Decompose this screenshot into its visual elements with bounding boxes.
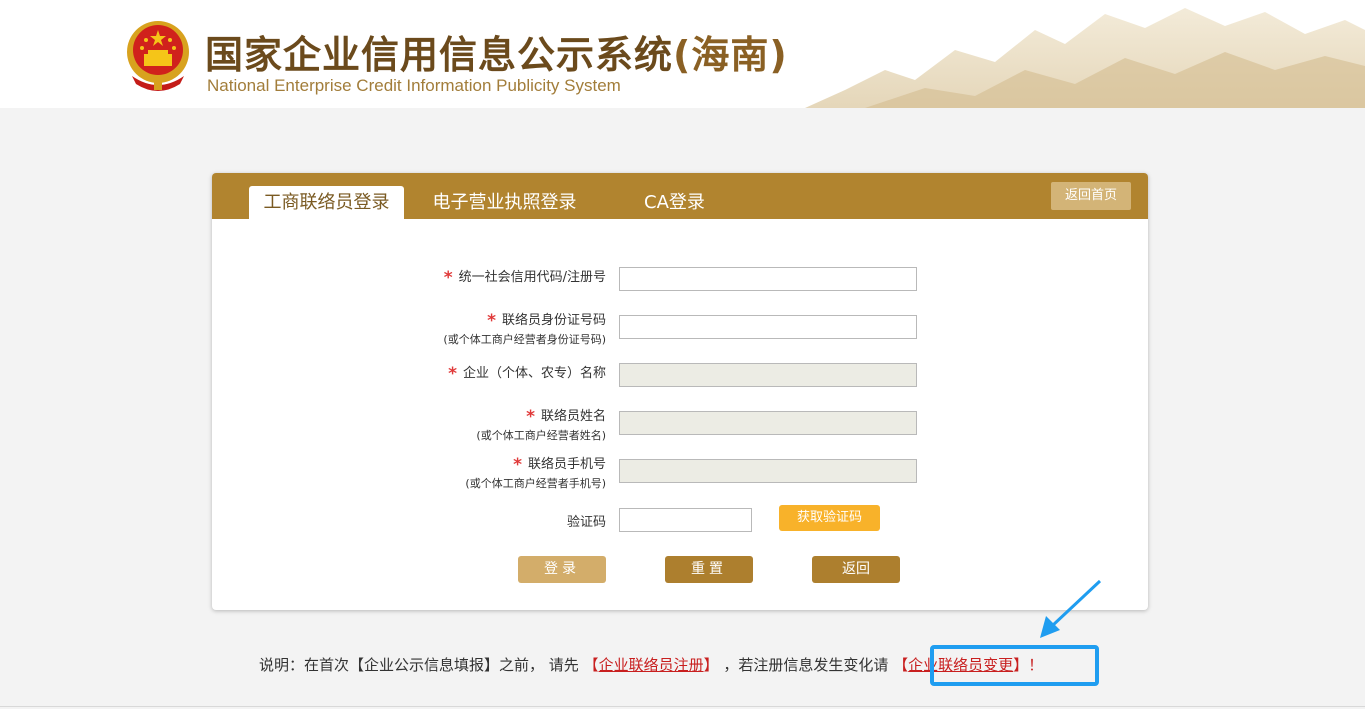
change-link-open: 【 bbox=[893, 656, 909, 674]
reset-button[interactable]: 重置 bbox=[665, 556, 753, 583]
note-prefix: 说明：在首次【企业公示信息填报】之前， 请先 bbox=[259, 656, 584, 674]
verify-code-input[interactable] bbox=[619, 508, 752, 532]
get-verify-code-button[interactable]: 获取验证码 bbox=[779, 505, 880, 531]
contact-name-label: * 联络员姓名 (或个体工商户经营者姓名) bbox=[476, 405, 606, 443]
annotation-highlight-box bbox=[930, 645, 1099, 686]
back-button[interactable]: 返回 bbox=[812, 556, 900, 583]
page-header: 国家企业信用信息公示系统(海南) National Enterprise Cre… bbox=[0, 0, 1365, 108]
required-star-icon: * bbox=[448, 364, 457, 384]
login-tab-bar: 工商联络员登录 电子营业执照登录 CA登录 返回首页 bbox=[212, 173, 1148, 219]
phone-input bbox=[619, 459, 917, 483]
id-number-label-text: 联络员身份证号码 bbox=[501, 313, 606, 328]
id-number-label: * 联络员身份证号码 (或个体工商户经营者身份证号码) bbox=[443, 309, 606, 347]
contact-register-link[interactable]: 企业联络员注册 bbox=[599, 656, 704, 674]
required-star-icon: * bbox=[513, 455, 522, 475]
company-name-input bbox=[619, 363, 917, 387]
tab-contact-login[interactable]: 工商联络员登录 bbox=[249, 186, 404, 219]
site-title-region: (海南) bbox=[673, 33, 788, 77]
id-number-input[interactable] bbox=[619, 315, 917, 339]
register-link-close: 】 bbox=[703, 656, 719, 674]
annotation-arrow-icon bbox=[1040, 579, 1102, 638]
required-star-icon: * bbox=[487, 311, 496, 331]
tab-e-license-login[interactable]: 电子营业执照登录 bbox=[417, 186, 592, 219]
phone-label: * 联络员手机号 (或个体工商户经营者手机号) bbox=[465, 453, 606, 491]
site-title-english: National Enterprise Credit Information P… bbox=[207, 76, 621, 95]
note-middle: ，若注册信息发生变化请 bbox=[723, 656, 894, 674]
register-link-wrapper: 【企业联络员注册】 bbox=[584, 656, 719, 674]
instruction-note: 说明：在首次【企业公示信息填报】之前， 请先 【企业联络员注册】 ，若注册信息发… bbox=[259, 654, 1043, 675]
contact-name-sublabel: (或个体工商户经营者姓名) bbox=[476, 429, 606, 442]
phone-sublabel: (或个体工商户经营者手机号) bbox=[465, 477, 606, 490]
required-star-icon: * bbox=[526, 407, 535, 427]
phone-label-text: 联络员手机号 bbox=[527, 457, 606, 472]
verify-code-label-text: 验证码 bbox=[566, 515, 606, 530]
required-star-icon: * bbox=[443, 268, 453, 288]
contact-name-label-text: 联络员姓名 bbox=[540, 409, 606, 424]
register-link-open: 【 bbox=[583, 656, 599, 674]
site-title: 国家企业信用信息公示系统(海南) bbox=[205, 24, 788, 79]
mountain-background-image bbox=[805, 8, 1365, 108]
credit-code-input[interactable] bbox=[619, 267, 917, 291]
site-title-main: 国家企业信用信息公示系统 bbox=[205, 33, 674, 77]
credit-code-label-text: 统一社会信用代码/注册号 bbox=[458, 270, 606, 285]
verify-code-label: 验证码 bbox=[567, 511, 606, 530]
company-name-label: * 企业（个体、农专）名称 bbox=[448, 362, 606, 384]
company-name-label-text: 企业（个体、农专）名称 bbox=[462, 366, 606, 381]
credit-code-label: * 统一社会信用代码/注册号 bbox=[443, 266, 606, 288]
contact-name-input bbox=[619, 411, 917, 435]
return-home-button[interactable]: 返回首页 bbox=[1051, 182, 1131, 210]
tab-ca-login[interactable]: CA登录 bbox=[622, 186, 727, 219]
login-button[interactable]: 登录 bbox=[518, 556, 606, 583]
footer-divider bbox=[0, 706, 1365, 707]
login-panel: 工商联络员登录 电子营业执照登录 CA登录 返回首页 * 统一社会信用代码/注册号… bbox=[212, 173, 1148, 610]
id-number-sublabel: (或个体工商户经营者身份证号码) bbox=[443, 333, 606, 346]
national-emblem-icon bbox=[127, 21, 189, 91]
